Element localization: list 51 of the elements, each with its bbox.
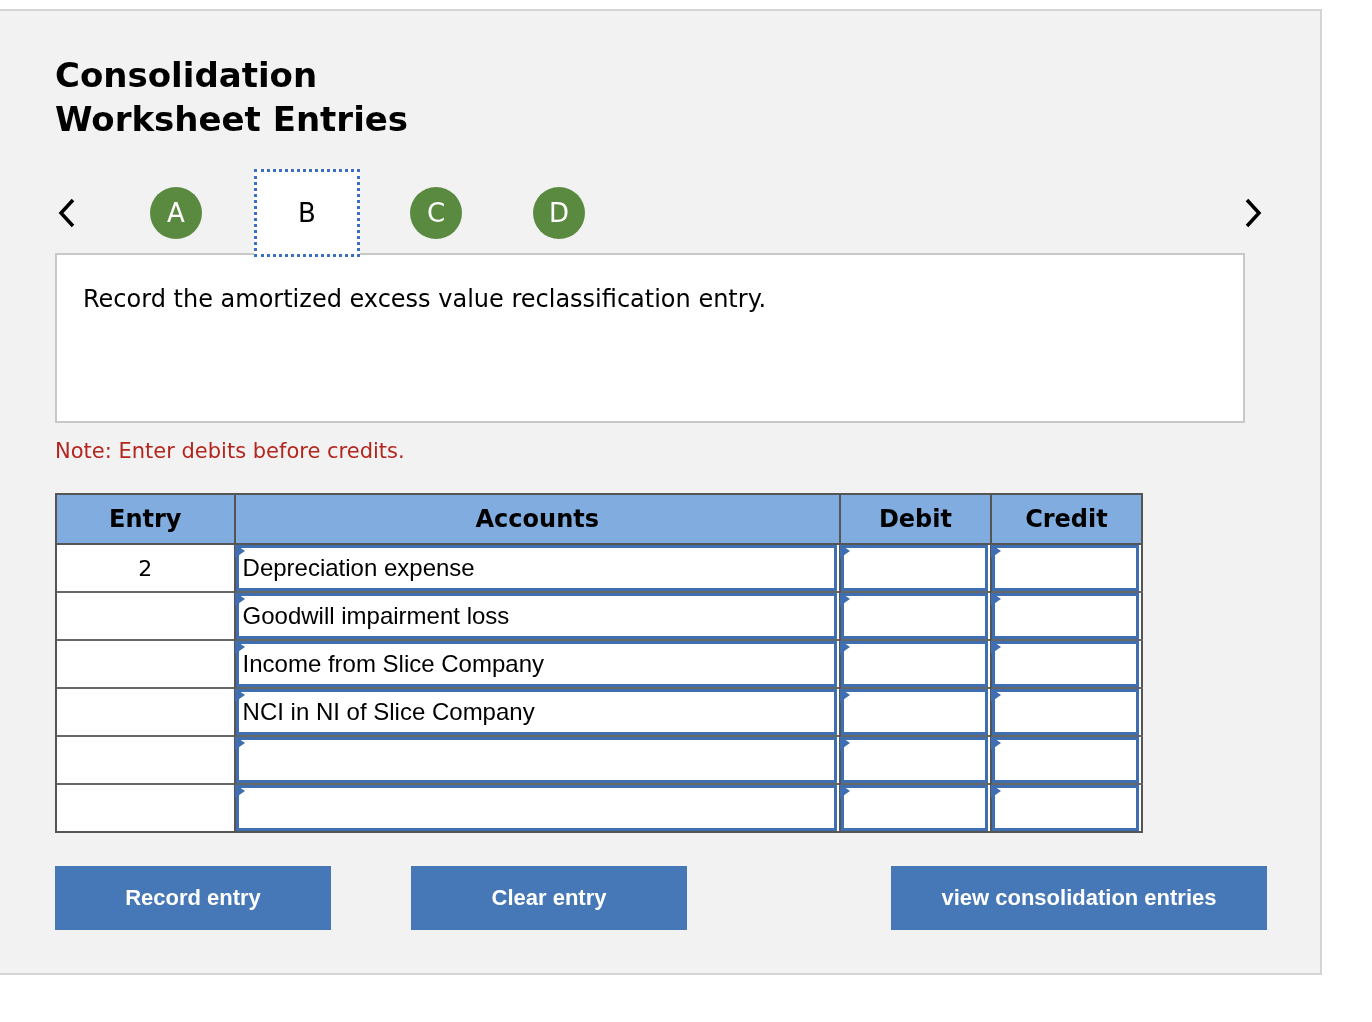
credit-field[interactable] bbox=[991, 641, 1139, 687]
triangle-icon bbox=[990, 592, 1001, 606]
debit-field[interactable] bbox=[840, 641, 988, 687]
note-text: Note: Enter debits before credits. bbox=[55, 439, 406, 463]
triangle-icon bbox=[839, 640, 850, 654]
action-button[interactable]: view consolidation entries bbox=[891, 866, 1267, 930]
triangle-icon bbox=[990, 544, 1001, 558]
debit-field[interactable] bbox=[840, 689, 988, 735]
credit-field[interactable] bbox=[991, 737, 1139, 783]
triangle-icon bbox=[839, 544, 850, 558]
triangle-icon bbox=[234, 688, 245, 702]
account-field[interactable]: Goodwill impairment loss bbox=[235, 593, 837, 639]
triangle-icon bbox=[234, 784, 245, 798]
column-header: Credit bbox=[990, 494, 1142, 544]
entry-number: 2 bbox=[138, 555, 153, 581]
debit-field[interactable] bbox=[840, 785, 988, 831]
credit-field[interactable] bbox=[991, 785, 1139, 831]
debit-field[interactable] bbox=[840, 593, 988, 639]
step-tab[interactable]: C bbox=[410, 187, 462, 239]
instruction-text: Record the amortized excess value reclassification entry. bbox=[83, 285, 768, 313]
account-field[interactable]: Depreciation expense bbox=[235, 545, 837, 591]
triangle-icon bbox=[839, 784, 850, 798]
triangle-icon bbox=[990, 784, 1001, 798]
credit-field[interactable] bbox=[991, 593, 1139, 639]
account-field[interactable] bbox=[235, 785, 837, 831]
triangle-icon bbox=[234, 544, 245, 558]
page-title: Consolidation Worksheet Entries bbox=[55, 54, 410, 141]
account-field[interactable] bbox=[235, 737, 837, 783]
triangle-icon bbox=[839, 688, 850, 702]
triangle-icon bbox=[990, 688, 1001, 702]
column-header: Accounts bbox=[234, 494, 840, 544]
step-tab[interactable]: D bbox=[533, 187, 585, 239]
triangle-icon bbox=[990, 736, 1001, 750]
credit-field[interactable] bbox=[991, 689, 1139, 735]
triangle-icon bbox=[839, 592, 850, 606]
account-field[interactable]: Income from Slice Company bbox=[235, 641, 837, 687]
column-header: Debit bbox=[839, 494, 991, 544]
debit-field[interactable] bbox=[840, 545, 988, 591]
step-tab[interactable]: A bbox=[150, 187, 202, 239]
triangle-icon bbox=[234, 640, 245, 654]
step-tab[interactable]: B bbox=[254, 169, 360, 257]
credit-field[interactable] bbox=[991, 545, 1139, 591]
column-header: Entry bbox=[56, 494, 235, 544]
triangle-icon bbox=[234, 736, 245, 750]
debit-field[interactable] bbox=[840, 737, 988, 783]
action-button[interactable]: Record entry bbox=[55, 866, 331, 930]
account-field[interactable]: NCI in NI of Slice Company bbox=[235, 689, 837, 735]
triangle-icon bbox=[839, 736, 850, 750]
triangle-icon bbox=[990, 640, 1001, 654]
action-button[interactable]: Clear entry bbox=[411, 866, 687, 930]
triangle-icon bbox=[234, 592, 245, 606]
